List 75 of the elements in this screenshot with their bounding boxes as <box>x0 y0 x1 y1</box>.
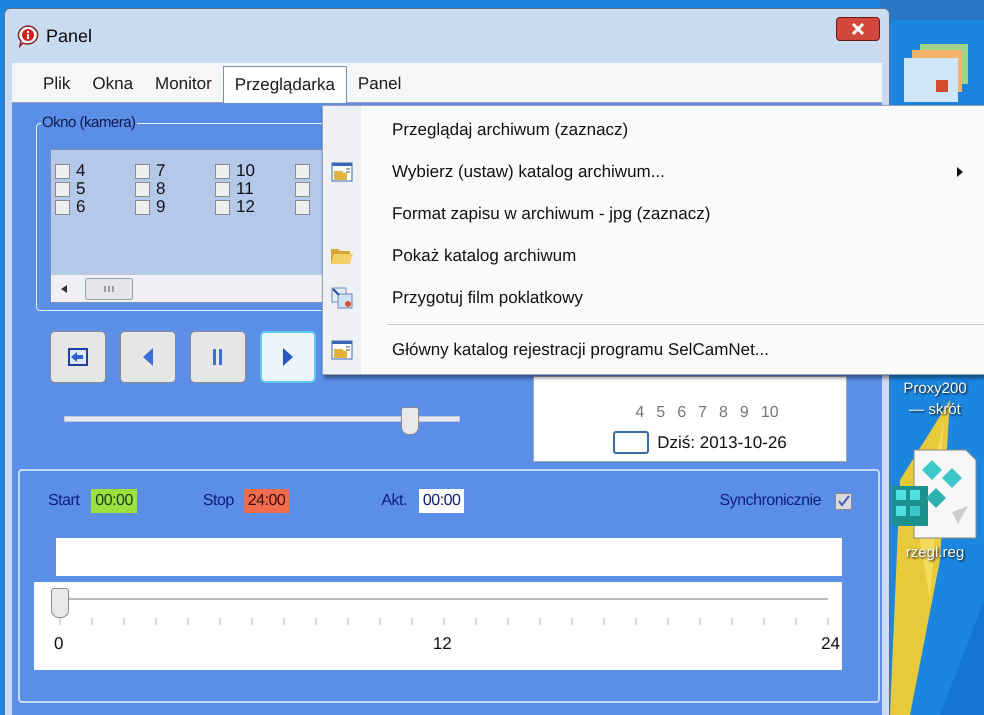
close-button[interactable] <box>836 17 880 41</box>
calendar-day[interactable]: 4 <box>635 404 644 422</box>
checkbox-label: 5 <box>76 180 86 198</box>
picture-frame-icon <box>331 287 353 309</box>
prev-button[interactable] <box>120 331 176 383</box>
checkbox[interactable] <box>135 164 150 178</box>
checkbox[interactable] <box>215 164 230 178</box>
checkbox[interactable] <box>215 182 230 196</box>
scroll-left-icon[interactable] <box>61 284 67 292</box>
menu-item[interactable]: Główny katalog rejestracji programu SelCamNet... <box>323 329 984 371</box>
checkbox[interactable] <box>295 182 310 196</box>
stop-label: Stop <box>202 491 234 511</box>
checkbox-label: 9 <box>156 198 166 216</box>
today-marker <box>613 430 650 454</box>
calendar-day[interactable]: 7 <box>698 404 707 422</box>
checkbox-label: 12 <box>236 198 255 216</box>
checkbox[interactable] <box>215 200 230 214</box>
calendar-day[interactable]: 8 <box>719 404 728 422</box>
menu-item[interactable]: Przygotuj film poklatkowy <box>323 277 984 319</box>
group-title: Okno (kamera) <box>41 113 137 133</box>
start-label: Start <box>48 491 80 511</box>
calendar-day[interactable]: 5 <box>656 404 666 422</box>
slider-thumb[interactable] <box>51 588 69 618</box>
checkbox[interactable] <box>135 182 150 196</box>
checkbox-label: 10 <box>236 162 255 180</box>
folder-icon <box>330 247 354 265</box>
scroll-thumb[interactable] <box>85 278 133 300</box>
folder-window-icon <box>331 162 353 182</box>
menu-item[interactable]: Okna <box>81 66 144 102</box>
menu-item[interactable]: Format zapisu w archiwum - jpg (zaznacz) <box>323 193 984 235</box>
pause-button[interactable] <box>190 331 246 383</box>
info-bubble-icon <box>16 24 40 48</box>
checkbox-label: 8 <box>156 180 166 198</box>
scale-label: 24 <box>821 633 840 655</box>
triangle-left-icon <box>142 347 154 367</box>
calendar-day[interactable]: 10 <box>760 404 779 422</box>
menu-item[interactable]: Przeglądarka <box>222 66 347 103</box>
today-label[interactable]: Dziś: 2013-10-26 <box>657 430 787 455</box>
play-button[interactable] <box>260 331 316 383</box>
checkbox[interactable] <box>295 164 310 178</box>
calendar-day[interactable]: 6 <box>677 404 686 422</box>
menu-item[interactable]: Przeglądaj archiwum (zaznacz) <box>323 109 984 151</box>
checkbox-label: 4 <box>76 162 86 180</box>
folder-window-icon <box>331 340 353 360</box>
current-time: 00:00 <box>418 489 464 513</box>
sync-label: Synchronicznie <box>720 491 821 511</box>
checkbox[interactable] <box>55 164 70 178</box>
checkbox-label: 7 <box>156 162 166 180</box>
stop-time: 24:00 <box>244 489 290 513</box>
checkbox[interactable] <box>55 182 70 196</box>
scale-label: 12 <box>432 633 452 655</box>
checkbox[interactable] <box>835 492 852 510</box>
scale-label: 0 <box>54 633 64 655</box>
calendar-day[interactable]: 9 <box>740 404 749 422</box>
menu-item[interactable]: Panel <box>346 66 412 102</box>
checkbox[interactable] <box>55 200 70 214</box>
menu-item[interactable]: Monitor <box>144 66 223 102</box>
pause-icon <box>213 349 223 365</box>
checkbox[interactable] <box>295 200 310 214</box>
menu-item[interactable]: Plik <box>32 66 82 102</box>
slider-thumb[interactable] <box>400 407 419 435</box>
triangle-right-icon <box>282 347 294 367</box>
menu-item[interactable]: Pokaż katalog archiwum <box>323 235 984 277</box>
back-button[interactable] <box>50 331 106 383</box>
current-label: Akt. <box>381 491 407 511</box>
close-icon <box>851 23 865 35</box>
menu-item[interactable]: Wybierz (ustaw) katalog archiwum... <box>323 151 984 193</box>
start-time: 00:00 <box>91 489 137 513</box>
checkbox[interactable] <box>135 200 150 214</box>
calendar[interactable]: 4 5 6 7 8 9 10 Dziś: 2013-10-26 <box>533 376 847 462</box>
check-icon <box>838 495 850 507</box>
checkbox-label: 6 <box>76 198 86 216</box>
window-title: Panel <box>46 24 92 48</box>
checkbox-label: 11 <box>236 180 254 198</box>
icon-label[interactable]: Proxy200 <box>903 378 967 399</box>
